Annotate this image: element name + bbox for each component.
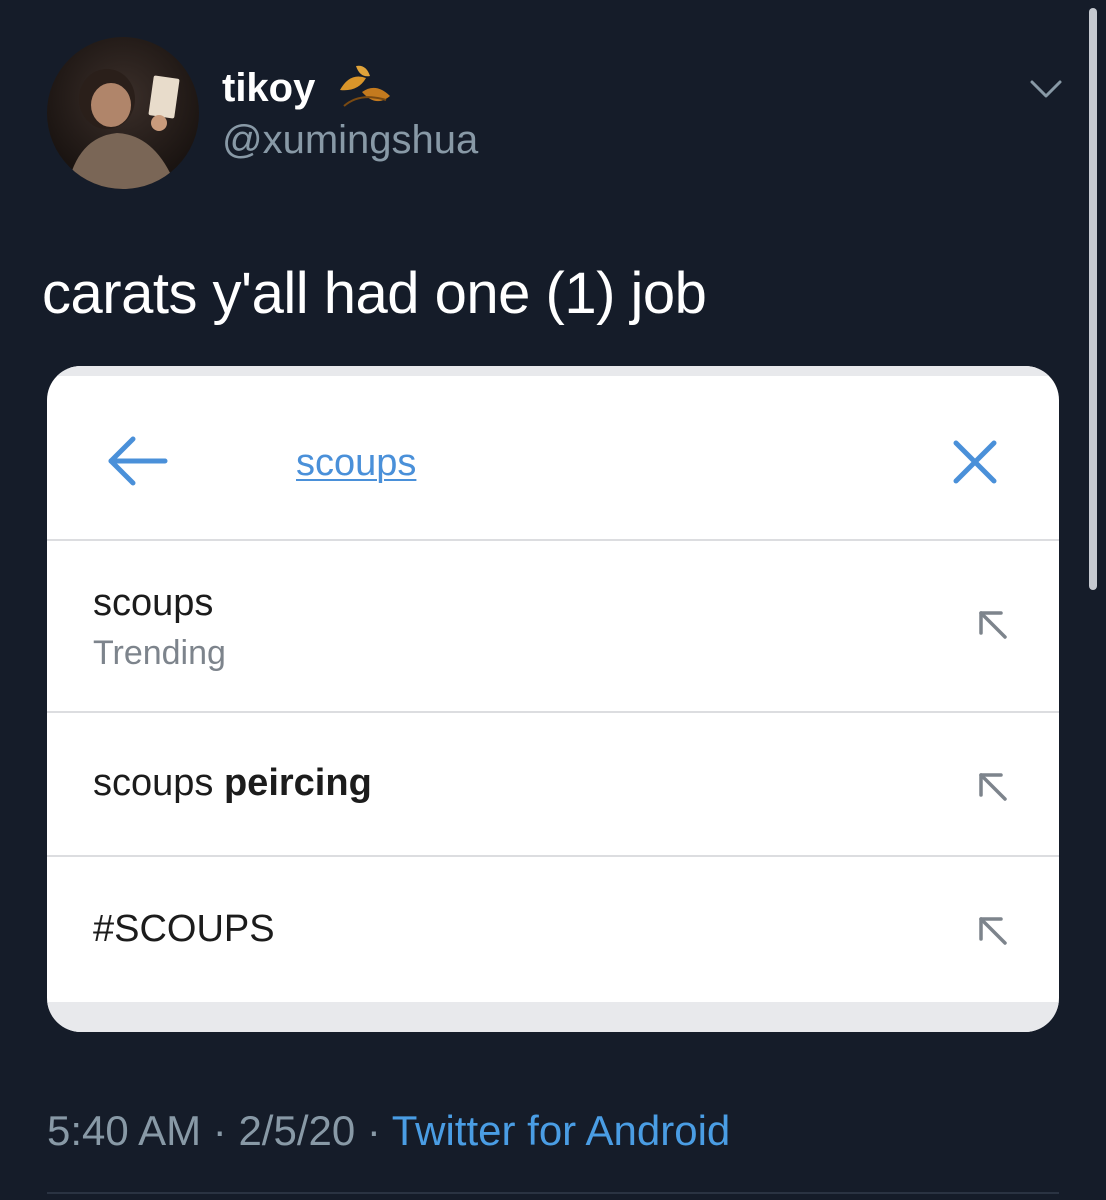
- suggestion-prefix: scoups: [93, 762, 224, 804]
- suggestion-row: #SCOUPS: [47, 857, 1059, 1002]
- arrow-up-left-icon: [975, 769, 1011, 805]
- suggestion-text: scoups: [93, 581, 213, 625]
- fallen-leaf-icon: [336, 62, 394, 112]
- divider: [47, 1192, 1059, 1194]
- avatar[interactable]: [47, 37, 199, 189]
- tweet-text: carats y'all had one (1) job: [42, 261, 707, 326]
- suggestion-text: scoups peircing: [93, 761, 372, 805]
- suggestion-bold-suffix: peircing: [223, 762, 372, 804]
- arrow-up-left-icon: [975, 913, 1011, 949]
- author-handle[interactable]: @xumingshua: [222, 116, 478, 164]
- attached-image[interactable]: scoups scoups Trending scoups peircing #…: [47, 366, 1059, 1032]
- tweet-date[interactable]: 2/5/20: [238, 1107, 355, 1154]
- arrow-up-left-icon: [975, 607, 1011, 643]
- tweet-meta: 5:40 AM · 2/5/20 · Twitter for Android: [47, 1106, 730, 1156]
- suggestion-subtitle: Trending: [93, 634, 226, 672]
- card-bottom-edge: [47, 1002, 1059, 1032]
- suggestion-row: scoups Trending: [47, 541, 1059, 711]
- suggestion-text: #SCOUPS: [93, 907, 275, 951]
- meta-separator: ·: [201, 1107, 239, 1154]
- chevron-down-icon[interactable]: [1026, 74, 1066, 104]
- suggestion-prefix: #SCOUPS: [93, 908, 275, 950]
- display-name[interactable]: tikoy: [222, 64, 315, 112]
- search-query: scoups: [296, 442, 417, 484]
- scrollbar[interactable]: [1089, 8, 1097, 590]
- card-top-edge: [47, 366, 1059, 376]
- suggestion-prefix: scoups: [93, 582, 214, 624]
- back-arrow-icon: [105, 434, 169, 488]
- tweet-source-link[interactable]: Twitter for Android: [392, 1107, 730, 1154]
- meta-separator: ·: [355, 1107, 392, 1154]
- close-icon: [951, 438, 999, 486]
- tweet-time[interactable]: 5:40 AM: [47, 1107, 201, 1154]
- search-bar: scoups: [47, 376, 1059, 539]
- suggestion-row: scoups peircing: [47, 713, 1059, 855]
